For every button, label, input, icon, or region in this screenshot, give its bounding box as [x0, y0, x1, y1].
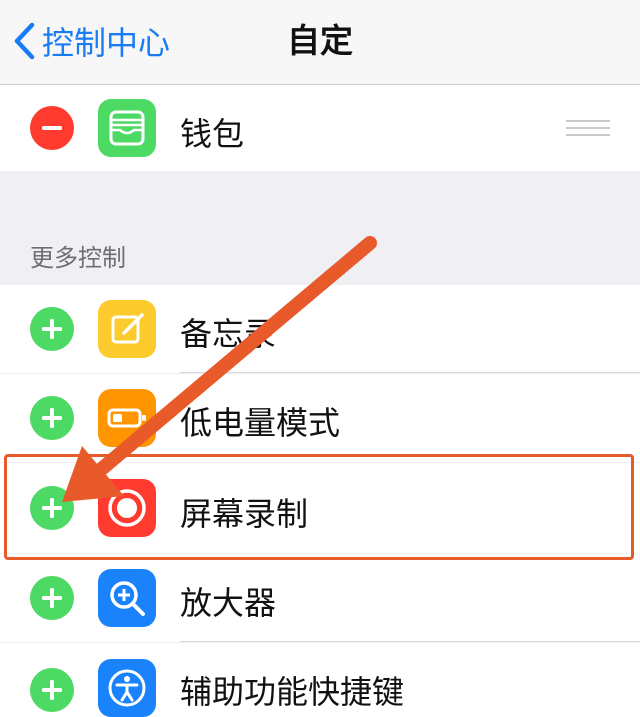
list-item-low-power-mode: 低电量模式: [0, 374, 640, 462]
plus-icon: [42, 498, 62, 518]
plus-icon: [42, 588, 62, 608]
list-item-wallet: 钱包: [0, 85, 640, 171]
list-item-accessibility-shortcut: 辅助功能快捷键: [0, 643, 640, 717]
list-item-screen-recording: 屏幕录制: [0, 463, 640, 553]
list-item-label: 放大器: [180, 584, 277, 622]
minus-icon: [42, 126, 62, 130]
reorder-handle[interactable]: [566, 115, 610, 141]
plus-icon: [42, 319, 62, 339]
accessibility-icon: [98, 659, 156, 717]
navigation-bar: 控制中心 自定: [0, 0, 640, 85]
list-item-label: 低电量模式: [180, 404, 341, 442]
battery-icon: [98, 389, 156, 447]
remove-button[interactable]: [30, 106, 74, 150]
add-button[interactable]: [30, 396, 74, 440]
list-item-label: 屏幕录制: [180, 495, 309, 533]
add-button[interactable]: [30, 576, 74, 620]
add-button[interactable]: [30, 486, 74, 530]
magnifier-icon: [98, 569, 156, 627]
list-item-label: 备忘录: [180, 315, 277, 353]
section-header-more-controls: 更多控制: [30, 244, 126, 272]
add-button[interactable]: [30, 307, 74, 351]
plus-icon: [42, 680, 62, 700]
wallet-icon: [98, 99, 156, 157]
notes-icon: [98, 300, 156, 358]
add-button[interactable]: [30, 668, 74, 712]
list-item-label: 辅助功能快捷键: [180, 673, 405, 711]
screen-record-icon: [98, 479, 156, 537]
list-item-notes: 备忘录: [0, 285, 640, 373]
list-item-label: 钱包: [180, 115, 245, 153]
page-title: 自定: [287, 21, 353, 60]
plus-icon: [42, 408, 62, 428]
list-item-magnifier: 放大器: [0, 554, 640, 642]
